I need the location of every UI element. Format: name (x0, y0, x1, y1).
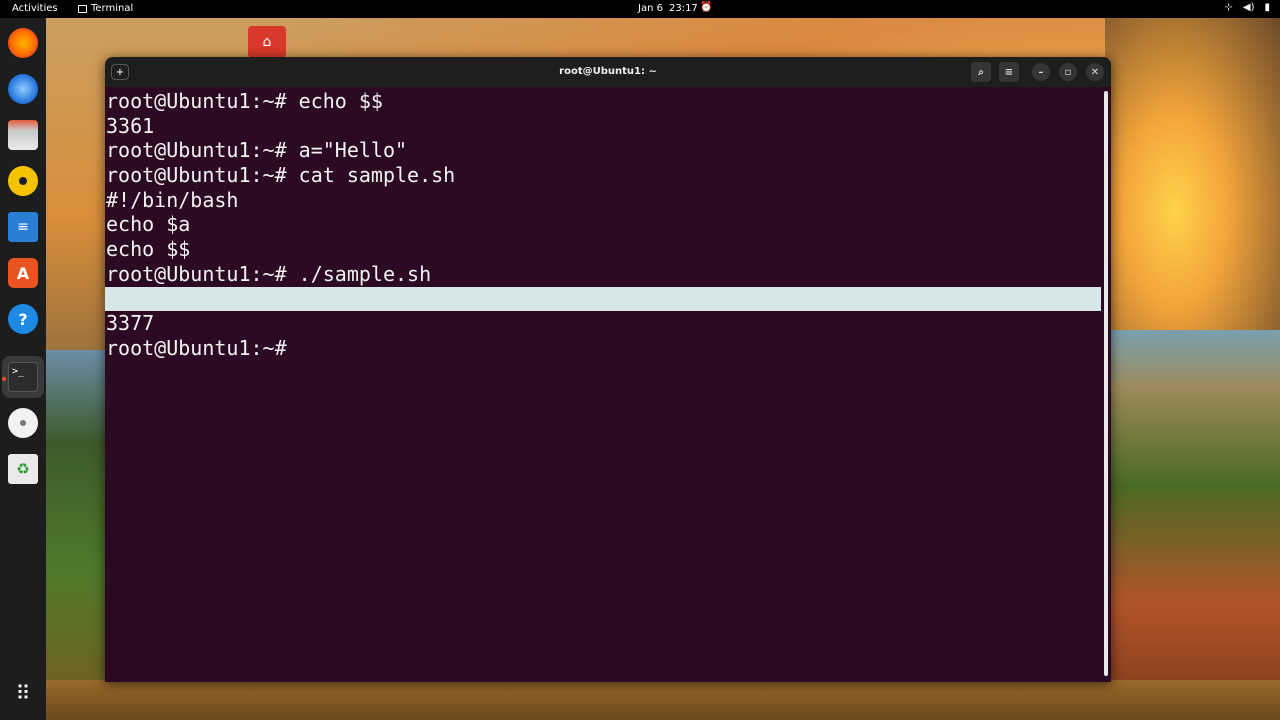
close-icon[interactable]: ✕ (1086, 63, 1104, 81)
maximize-icon[interactable]: ▫ (1059, 63, 1077, 81)
window-headerbar[interactable]: + root@Ubuntu1: ~ ⌕ ≡ – ▫ ✕ (105, 57, 1111, 87)
terminal-line: root@Ubuntu1:~# echo $$ (106, 89, 383, 113)
wallpaper-hill-right (1105, 330, 1280, 720)
terminal-line: root@Ubuntu1:~# ./sample.sh (106, 261, 432, 286)
writer-icon[interactable]: ≡ (8, 212, 38, 242)
battery-icon: ▮ (1264, 2, 1270, 13)
trash-icon[interactable]: ♻ (8, 454, 38, 484)
terminal-output[interactable]: root@Ubuntu1:~# echo $$ 3361 root@Ubuntu1:… (105, 89, 1103, 682)
disc-icon[interactable] (8, 408, 38, 438)
thunderbird-icon[interactable] (8, 74, 38, 104)
terminal-line: echo $a (106, 212, 191, 237)
terminal-icon[interactable]: >_ (8, 362, 38, 392)
window-title: root@Ubuntu1: ~ (559, 66, 657, 77)
terminal-line: root@Ubuntu1:~# a="Hello" (106, 138, 408, 163)
grid-icon[interactable]: ⠿ (8, 678, 38, 708)
software-icon[interactable]: A (8, 258, 38, 288)
wallpaper-sky (1105, 18, 1280, 338)
top-bar: Activities Terminal Jan 6 23:17 ⏰ ⊹ ◀) ▮ (0, 0, 1280, 18)
network-icon: ⊹ (1224, 2, 1233, 13)
app-menu-label: Terminal (91, 3, 134, 14)
volume-icon: ◀) (1242, 2, 1255, 13)
menu-icon[interactable]: ≡ (999, 62, 1019, 82)
dock: ≡ A ? >_ ♻ ⠿ (0, 18, 46, 720)
help-icon[interactable]: ? (8, 304, 38, 334)
minimize-icon[interactable]: – (1032, 63, 1050, 81)
app-menu[interactable]: Terminal (78, 3, 133, 14)
notification-icon: ⏰ (700, 2, 713, 13)
rhythmbox-icon[interactable] (8, 166, 38, 196)
terminal-line: root@Ubuntu1:~# (106, 335, 299, 360)
terminal-lines: root@Ubuntu1:~# echo $$ 3361 root@Ubuntu1:… (105, 89, 1101, 361)
firefox-icon[interactable] (8, 28, 38, 58)
terminal-app-icon (78, 4, 87, 13)
clock[interactable]: Jan 6 23:17 (638, 3, 698, 14)
scrollbar[interactable] (1104, 91, 1108, 676)
running-indicator (2, 377, 6, 381)
wallpaper-ground (46, 680, 1280, 720)
search-icon[interactable]: ⌕ (971, 62, 991, 82)
terminal-line: echo $$ (106, 237, 191, 262)
terminal-window: + root@Ubuntu1: ~ ⌕ ≡ – ▫ ✕ root@Ubuntu1… (105, 57, 1111, 682)
terminal-line: 3377 (106, 311, 155, 336)
terminal-line (105, 286, 1101, 312)
clock-time: 23:17 (668, 3, 698, 14)
terminal-line: root@Ubuntu1:~# cat sample.sh (106, 163, 456, 188)
home-folder-icon[interactable]: ⌂ (248, 26, 286, 58)
files-icon[interactable] (8, 120, 38, 150)
clock-date: Jan 6 (638, 3, 663, 14)
terminal-line: #!/bin/bash (106, 187, 239, 212)
terminal-line: 3361 (106, 113, 155, 138)
activities-button[interactable]: Activities (12, 3, 58, 14)
system-status-area[interactable]: ⊹ ◀) ▮ (1225, 2, 1271, 13)
